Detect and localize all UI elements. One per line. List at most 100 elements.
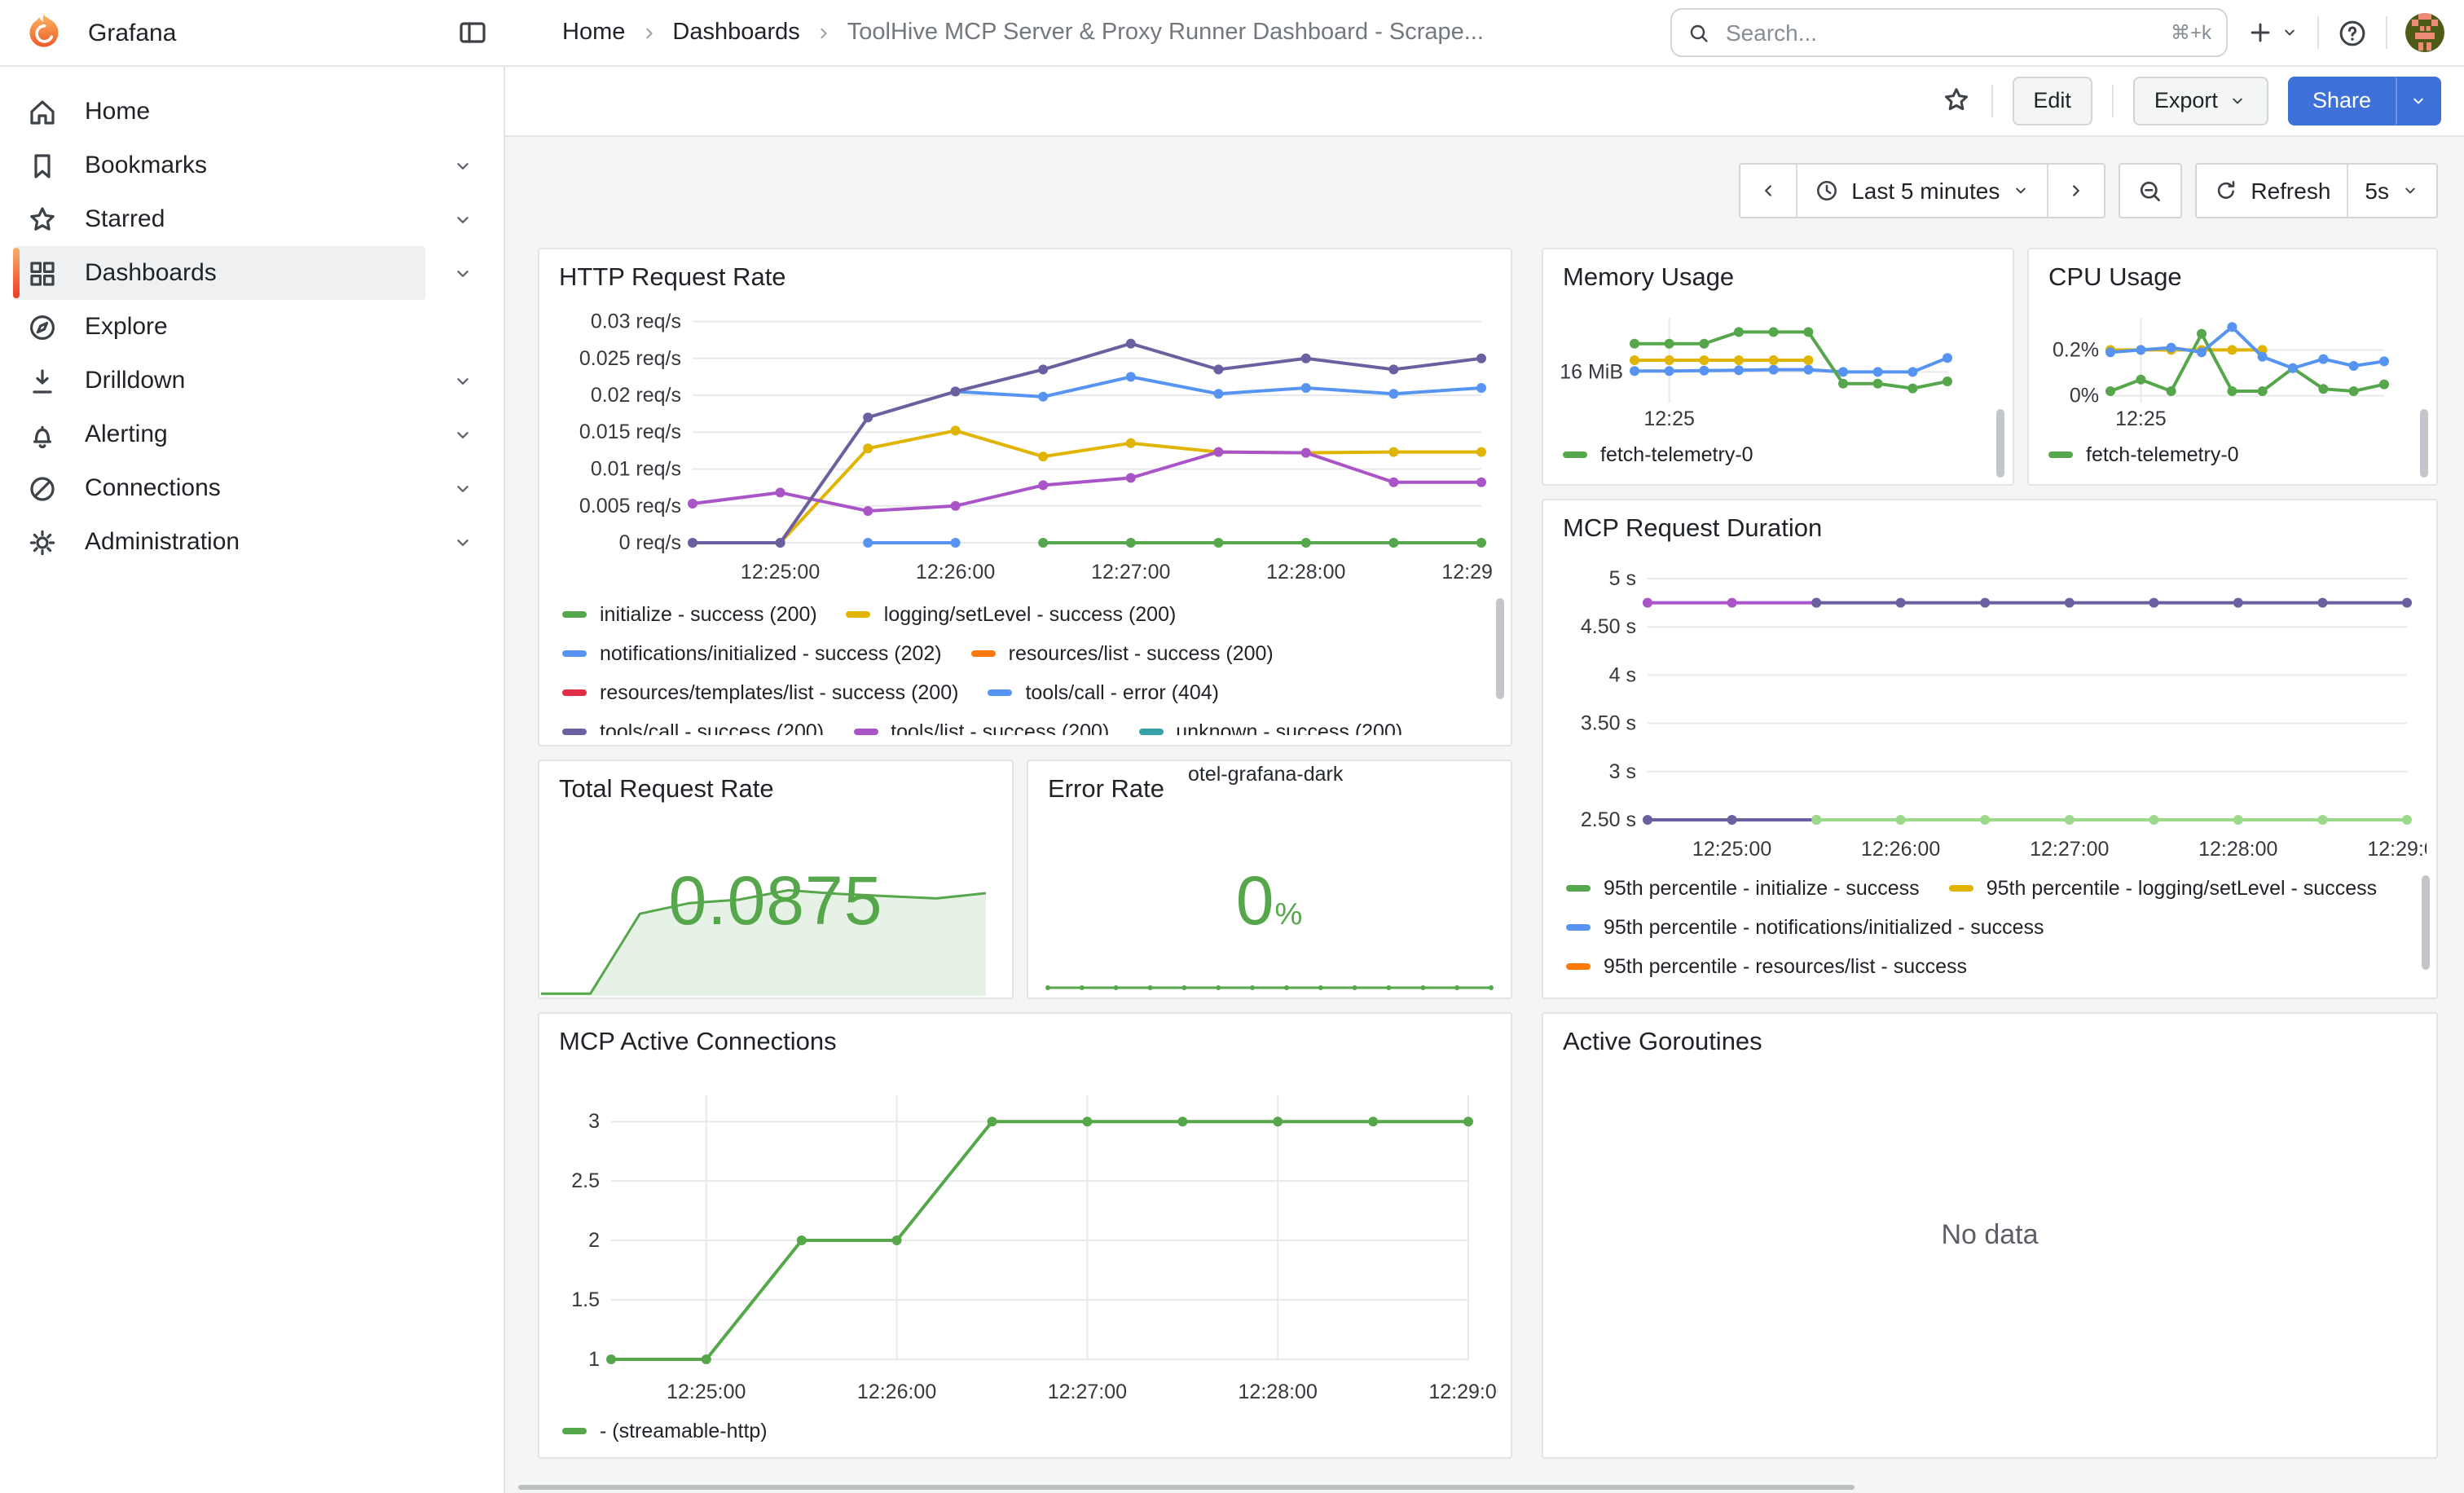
panel-mcp-active-connections[interactable]: MCP Active Connections 32.521.5112:25:00… — [538, 1012, 1512, 1459]
sidebar-item-drilldown[interactable]: Drilldown — [13, 354, 425, 407]
panel-active-goroutines[interactable]: Active Goroutines No data — [1542, 1012, 2438, 1459]
legend-item[interactable]: 95th percentile - notifications/initiali… — [1566, 916, 2044, 939]
new-button[interactable] — [2246, 18, 2299, 47]
legend-item[interactable]: notifications/initialized - success (202… — [562, 642, 942, 665]
chevron-down-icon — [2409, 90, 2428, 110]
top-nav: Grafana Home Dashboards ToolHive MCP Ser… — [0, 0, 2464, 67]
legend-scrollbar[interactable] — [2422, 875, 2430, 970]
legend-scrollbar[interactable] — [1496, 598, 1504, 699]
panel-title[interactable]: HTTP Request Rate — [539, 249, 1511, 308]
panel-total-request-rate[interactable]: Total Request Rate 0.0875 — [538, 760, 1014, 999]
grafana-logo-icon[interactable] — [23, 11, 65, 54]
sidebar-item-alerting[interactable]: Alerting — [13, 407, 425, 461]
export-button[interactable]: Export — [2133, 76, 2268, 125]
legend-item[interactable]: 95th percentile - logging/setLevel - suc… — [1949, 877, 2377, 900]
time-shift-back-button[interactable] — [1740, 165, 1796, 217]
refresh-interval-picker[interactable]: 5s — [2347, 165, 2436, 217]
chevron-down-icon[interactable] — [451, 531, 474, 553]
time-range-picker[interactable]: Last 5 minutes — [1796, 165, 2047, 217]
panel-memory-usage[interactable]: Memory Usage 16 MiB12:25 fetch-telemetry… — [1542, 248, 2014, 486]
chevron-down-icon[interactable] — [451, 423, 474, 446]
panel-http-request-rate[interactable]: HTTP Request Rate 0.03 req/s0.025 req/s0… — [538, 248, 1512, 746]
memory-usage-chart[interactable]: 16 MiB12:25 — [1550, 302, 1970, 432]
share-button[interactable]: Share — [2288, 76, 2396, 125]
svg-text:16 MiB: 16 MiB — [1560, 360, 1623, 383]
svg-text:1.5: 1.5 — [571, 1288, 600, 1311]
chevron-down-icon[interactable] — [451, 369, 474, 392]
chevron-down-icon[interactable] — [451, 154, 474, 177]
chevron-down-icon[interactable] — [451, 208, 474, 231]
svg-text:2.50 s: 2.50 s — [1581, 808, 1636, 831]
sidebar-item-administration[interactable]: Administration — [13, 515, 425, 569]
chevron-down-icon[interactable] — [451, 262, 474, 284]
search-input[interactable] — [1723, 18, 2159, 47]
legend-item[interactable]: 95th percentile - initialize - success — [1566, 877, 1920, 900]
chevron-down-icon[interactable] — [451, 477, 474, 500]
legend-label: fetch-telemetry-0 — [2086, 443, 2239, 466]
breadcrumb-dashboards[interactable]: Dashboards — [672, 20, 799, 46]
sidebar-item-dashboards[interactable]: Dashboards — [13, 246, 425, 300]
http-request-rate-chart[interactable]: 0.03 req/s0.025 req/s0.02 req/s0.015 req… — [556, 305, 1494, 585]
legend-swatch — [1566, 885, 1591, 892]
svg-text:12:26:00: 12:26:00 — [1861, 838, 1940, 861]
legend-scrollbar[interactable] — [2420, 409, 2428, 478]
panel-mcp-request-duration[interactable]: MCP Request Duration 5 s4.50 s4 s3.50 s3… — [1542, 499, 2438, 999]
legend-item[interactable]: fetch-telemetry-0 — [2048, 443, 2239, 466]
svg-text:12:29:00: 12:29:00 — [2367, 838, 2427, 861]
http-legend: initialize - success (200) logging/setLev… — [562, 595, 1468, 735]
legend-item[interactable]: tools/list - success (200) — [853, 720, 1109, 735]
legend-item[interactable]: tools/call - error (404) — [988, 681, 1219, 704]
svg-text:12:28:00: 12:28:00 — [1239, 1381, 1318, 1403]
legend-item[interactable]: resources/templates/list - success (200) — [562, 681, 958, 704]
legend-item[interactable]: fetch-telemetry-0 — [1563, 443, 1753, 466]
error-rate-sparkline[interactable] — [1041, 971, 1498, 994]
sidebar-item-home[interactable]: Home — [13, 85, 425, 139]
divider — [2386, 16, 2387, 49]
time-range-label: Last 5 minutes — [1851, 178, 2000, 204]
panel-title[interactable]: Memory Usage — [1543, 249, 2013, 308]
sidebar-item-bookmarks[interactable]: Bookmarks — [13, 139, 425, 192]
legend-item[interactable]: resources/list - success (200) — [971, 642, 1274, 665]
legend-item[interactable]: - (streamable-http) — [562, 1420, 768, 1442]
refresh-button[interactable]: Refresh — [2197, 165, 2347, 217]
legend-item[interactable]: unknown - success (200) — [1138, 720, 1402, 735]
share-dropdown-button[interactable] — [2396, 76, 2441, 125]
panel-cpu-usage[interactable]: CPU Usage 0.2%0%12:25 fetch-telemetry-0 — [2027, 248, 2438, 486]
legend-item[interactable]: tools/call - success (200) — [562, 720, 824, 735]
search-icon — [1687, 20, 1711, 45]
panel-title[interactable]: Total Request Rate — [539, 761, 1012, 820]
divider — [2317, 16, 2319, 49]
search-box[interactable]: ⌘+k — [1670, 8, 2228, 57]
legend-item[interactable]: logging/setLevel - success (200) — [847, 603, 1177, 626]
sidebar-item-starred[interactable]: Starred — [13, 192, 425, 246]
svg-text:12:27:00: 12:27:00 — [1091, 561, 1170, 584]
breadcrumb-home[interactable]: Home — [562, 20, 625, 46]
star-outline-icon[interactable] — [1940, 85, 1971, 116]
panel-error-rate[interactable]: Error Rate otel-grafana-dark 0% — [1027, 760, 1512, 999]
sidebar-toggle-icon[interactable] — [456, 16, 489, 49]
mcp-active-connections-chart[interactable]: 32.521.5112:25:0012:26:0012:27:0012:28:0… — [552, 1063, 1498, 1405]
panel-title[interactable]: CPU Usage — [2029, 249, 2436, 308]
cpu-usage-chart[interactable]: 0.2%0%12:25 — [2035, 302, 2407, 432]
svg-text:12:26:00: 12:26:00 — [857, 1381, 936, 1403]
legend-scrollbar[interactable] — [1996, 409, 2004, 478]
legend-label: tools/call - success (200) — [600, 720, 824, 735]
legend-item[interactable]: 95th percentile - resources/list - succe… — [1566, 955, 1967, 978]
legend-item[interactable]: initialize - success (200) — [562, 603, 817, 626]
help-icon[interactable] — [2337, 17, 2368, 48]
svg-text:12:25:00: 12:25:00 — [1692, 838, 1771, 861]
time-shift-forward-button[interactable] — [2047, 165, 2104, 217]
edit-button[interactable]: Edit — [2012, 76, 2092, 125]
zoom-out-button[interactable] — [2120, 165, 2180, 217]
legend-swatch — [1138, 729, 1163, 735]
sidebar-item-explore[interactable]: Explore — [13, 300, 425, 354]
legend-item[interactable]: 95th percentile - resources/templates/li… — [1566, 994, 2061, 996]
panel-title[interactable]: MCP Request Duration — [1543, 500, 2436, 559]
legend-label: resources/templates/list - success (200) — [600, 681, 958, 704]
mcp-request-duration-chart[interactable]: 5 s4.50 s4 s3.50 s3 s2.50 s12:25:0012:26… — [1556, 556, 2427, 862]
sidebar-item-connections[interactable]: Connections — [13, 461, 425, 515]
svg-text:12:25: 12:25 — [2115, 407, 2167, 430]
horizontal-scrollbar[interactable] — [518, 1485, 1855, 1490]
time-range-group: Last 5 minutes — [1739, 163, 2105, 218]
user-avatar[interactable] — [2405, 13, 2444, 52]
